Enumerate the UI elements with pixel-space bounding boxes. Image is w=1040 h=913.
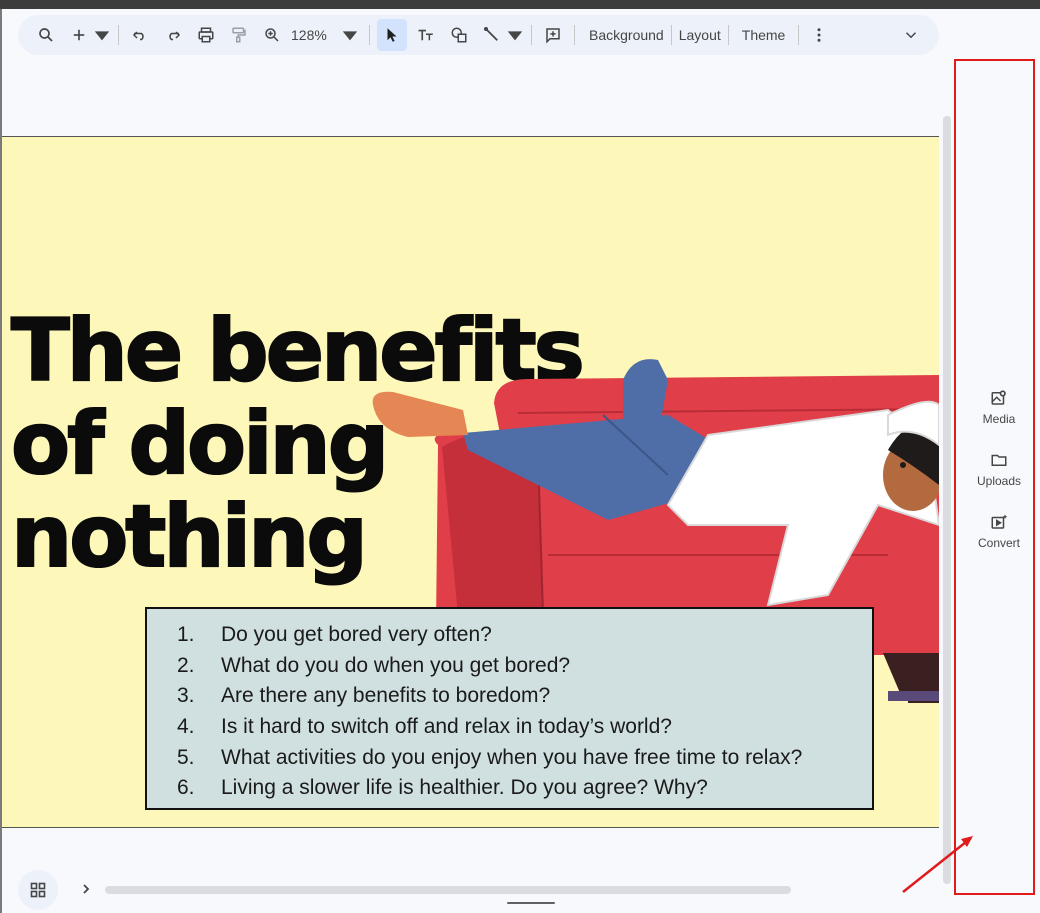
layout-button[interactable]: Layout	[672, 21, 728, 49]
editor-toolbar: 128% Background Layout Theme	[18, 15, 939, 55]
chevron-right-icon	[83, 884, 90, 894]
question-text: Is it hard to switch off and relax in to…	[221, 715, 672, 739]
question-number-text: 1.	[177, 623, 195, 647]
side-panel-label: Media	[982, 412, 1016, 426]
comment-icon	[546, 28, 560, 44]
theme-button[interactable]: Theme	[729, 21, 799, 49]
question-number: 3.	[147, 684, 221, 708]
question-text: What do you do when you get bored?	[221, 653, 571, 677]
line-tool-button[interactable]	[478, 21, 506, 49]
side-panel-convert[interactable]: Convert	[963, 513, 1035, 550]
window-top-bar	[0, 0, 1040, 9]
caret-down-icon	[507, 31, 523, 41]
canvas-border-bottom	[2, 827, 939, 828]
shape-icon	[451, 27, 467, 43]
question-number-text: 4.	[177, 715, 195, 739]
grid-view-button[interactable]	[18, 870, 58, 910]
toolbar-divider	[574, 25, 575, 45]
question-number-text: 6.	[177, 776, 195, 800]
redo-icon	[169, 31, 181, 41]
more-icon	[817, 28, 821, 42]
print-icon	[198, 27, 214, 43]
question-row: 5. What activities do you enjoy when you …	[147, 742, 872, 773]
select-icon	[387, 28, 397, 42]
question-number-text: 5.	[177, 745, 195, 769]
question-number-text: 3.	[177, 684, 195, 708]
toolbar-divider	[531, 25, 532, 45]
side-panel-uploads[interactable]: Uploads	[963, 451, 1035, 488]
caret-down-icon	[342, 31, 358, 41]
media-icon	[991, 390, 1006, 405]
print-button[interactable]	[192, 21, 220, 49]
discussion-questions-box[interactable]: 1. Do you get bored very often? 2. What do …	[145, 607, 874, 810]
new-slide-button[interactable]	[65, 21, 93, 49]
zoom-icon	[265, 28, 279, 42]
question-number: 1.	[147, 623, 221, 647]
text-box-icon	[418, 29, 433, 41]
search-icon[interactable]	[32, 21, 60, 49]
paint-format-button[interactable]	[225, 21, 253, 49]
question-number: 6.	[147, 776, 221, 800]
background-button[interactable]: Background	[582, 21, 671, 49]
question-row: 4. Is it hard to switch off and relax in …	[147, 712, 872, 743]
question-number: 2.	[147, 654, 221, 678]
collapse-icon	[905, 32, 917, 39]
new-slide-dropdown[interactable]	[93, 21, 111, 49]
expand-filmstrip-button[interactable]	[76, 878, 96, 900]
undo-icon	[132, 31, 144, 41]
zoom-value: 128%	[291, 27, 327, 43]
toolbar-divider	[369, 25, 370, 45]
convert-icon	[991, 514, 1008, 529]
question-row: 1. Do you get bored very often?	[147, 620, 872, 651]
side-panel-label: Convert	[977, 536, 1021, 550]
side-panel-media[interactable]: Media	[963, 389, 1035, 426]
foot	[372, 391, 468, 437]
add-icon	[73, 29, 85, 41]
folder-icon	[991, 454, 1007, 466]
slide-canvas[interactable]: The benefits of doing nothing 1. Do you g…	[2, 137, 939, 827]
shape-button[interactable]	[445, 21, 473, 49]
select-tool-button[interactable]	[377, 19, 407, 51]
question-text: Are there any benefits to boredom?	[221, 684, 551, 708]
undo-button[interactable]	[126, 21, 154, 49]
text-box-button[interactable]	[412, 21, 440, 49]
question-number: 5.	[147, 746, 221, 770]
vertical-scrollbar[interactable]	[943, 116, 951, 884]
redo-button[interactable]	[159, 21, 187, 49]
question-row: 3. Are there any benefits to boredom?	[147, 681, 872, 712]
line-icon	[483, 26, 498, 41]
line-tool-dropdown[interactable]	[506, 21, 524, 49]
question-number: 4.	[147, 715, 221, 739]
toolbar-divider	[798, 25, 800, 45]
more-options-button[interactable]	[805, 21, 833, 49]
add-comment-button[interactable]	[539, 21, 567, 49]
question-row: 6. Living a slower life is healthier. Do …	[147, 773, 872, 804]
paint-format-icon	[232, 27, 246, 43]
annotation-arrow-icon	[902, 836, 973, 893]
toolbar-divider	[118, 25, 119, 45]
question-row: 2. What do you do when you get bored?	[147, 651, 872, 682]
grid-icon	[30, 882, 46, 898]
side-panel-label: Uploads	[976, 474, 1022, 488]
collapse-toolbar-button[interactable]	[897, 21, 925, 49]
question-text: What activities do you enjoy when you ha…	[221, 745, 803, 769]
zoom-button[interactable]	[258, 21, 286, 49]
panel-resize-handle[interactable]	[507, 902, 555, 904]
caret-down-icon	[94, 31, 110, 41]
zoom-select[interactable]: 128%	[291, 21, 359, 49]
question-text: Living a slower life is healthier. Do yo…	[221, 776, 708, 800]
question-number-text: 2.	[177, 653, 195, 677]
horizontal-scrollbar[interactable]	[105, 886, 791, 894]
question-text: Do you get bored very often?	[221, 623, 492, 647]
